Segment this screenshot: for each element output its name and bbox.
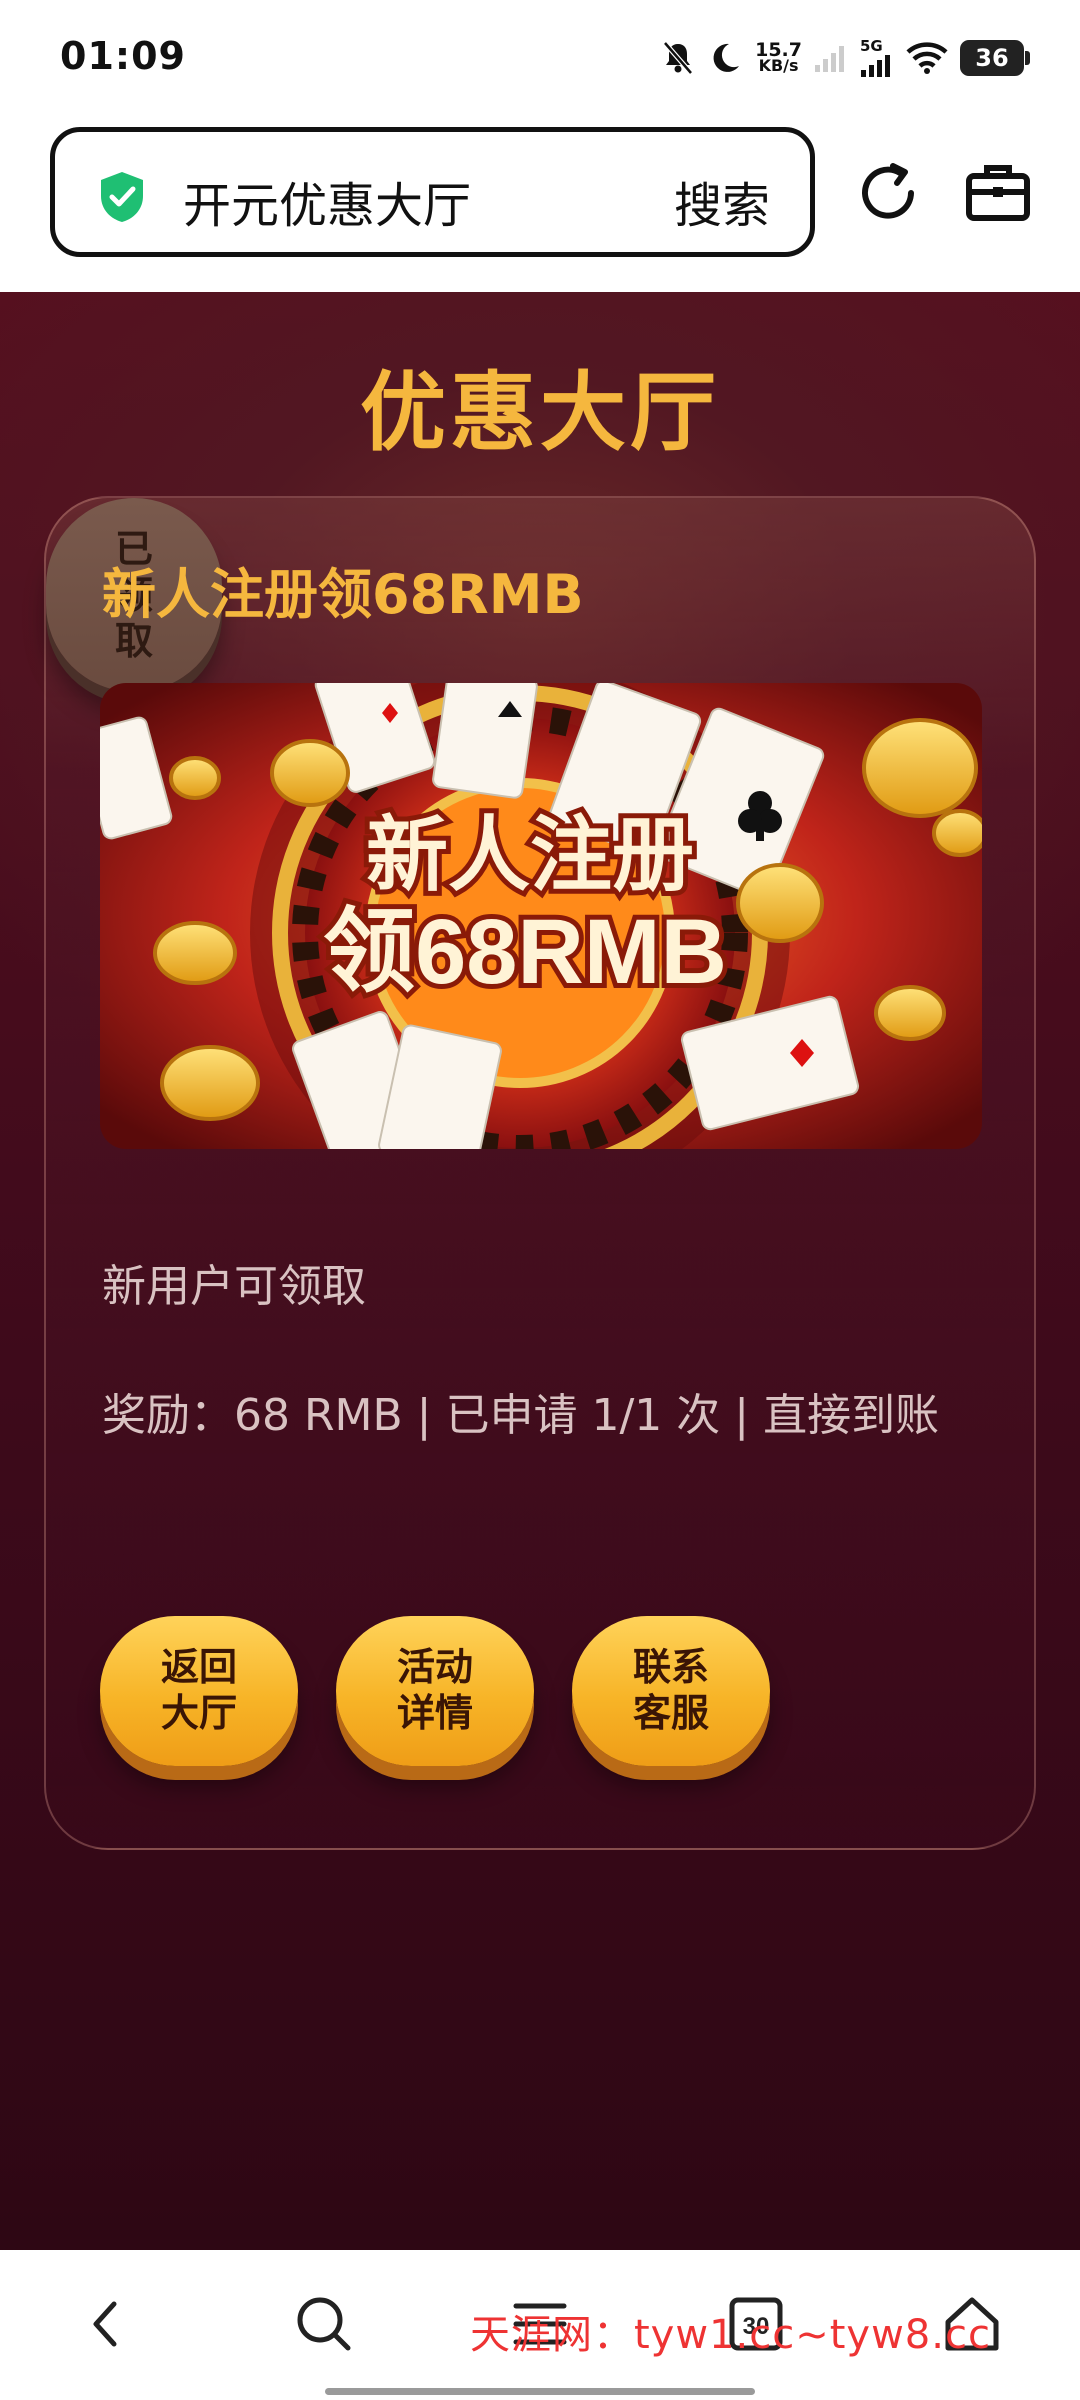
promo-description: 新用户可领取	[102, 1261, 366, 1312]
net-speed-unit: KB/s	[758, 56, 799, 75]
gesture-home-bar[interactable]	[325, 2388, 755, 2395]
back-button-label-1: 返回	[160, 1645, 237, 1689]
toolbox-icon[interactable]	[963, 158, 1033, 228]
promo-card: 新人注册领68RMB 新人注册 领68RMB 新用户可领取 奖励：68 RMB …	[44, 496, 1036, 1850]
detail-button-label-2: 详情	[396, 1691, 473, 1735]
promo-page: 优惠大厅 新人注册领68RMB 新人注册 领68RMB 新用户可领取 奖励：68…	[0, 292, 1080, 2250]
page-title: 优惠大厅	[360, 363, 720, 463]
status-time: 01:09	[60, 34, 186, 78]
shield-check-icon	[101, 172, 143, 222]
search-icon[interactable]	[292, 2292, 356, 2356]
network-speed: 15.7 KB/s	[755, 41, 802, 75]
watermark-text: 天涯网：tyw1.cc~tyw8.cc	[470, 2312, 991, 2358]
address-text: 开元优惠大厅	[183, 178, 472, 234]
signal-strong-icon	[861, 55, 890, 77]
signal-weak-icon	[815, 46, 844, 72]
back-to-lobby-button[interactable]: 返回 大厅	[100, 1616, 298, 1766]
promo-banner-image: 新人注册 领68RMB	[100, 683, 982, 1149]
browser-bottom-nav: 30 天涯网：tyw1.cc~tyw8.cc	[0, 2250, 1080, 2400]
contact-service-button[interactable]: 联系 客服	[572, 1616, 770, 1766]
status-icons: 15.7 KB/s 5G 36	[661, 34, 1030, 82]
banner-line1: 新人注册	[366, 810, 694, 901]
detail-button-label-1: 活动	[396, 1645, 473, 1689]
bell-muted-icon	[663, 41, 693, 75]
reload-icon[interactable]	[853, 158, 923, 228]
signal-5g: 5G	[860, 38, 894, 78]
wifi-icon	[906, 42, 948, 74]
back-arrow-icon[interactable]	[74, 2292, 138, 2356]
battery-indicator: 36	[960, 40, 1030, 76]
service-button-label-2: 客服	[632, 1691, 709, 1735]
address-bar[interactable]: 开元优惠大厅 搜索	[50, 127, 815, 257]
status-bar: 01:09 15.7 KB/s 5G 36	[0, 0, 1080, 118]
back-button-label-2: 大厅	[160, 1691, 237, 1735]
promo-card-title: 新人注册领68RMB	[102, 563, 584, 626]
banner-line2: 领68RMB	[323, 901, 727, 1003]
moon-icon	[713, 43, 740, 72]
search-button[interactable]: 搜索	[674, 166, 770, 236]
activity-details-button[interactable]: 活动 详情	[336, 1616, 534, 1766]
network-type: 5G	[860, 37, 883, 55]
promo-reward-info: 奖励：68 RMB | 已申请 1/1 次 | 直接到账	[102, 1390, 940, 1441]
service-button-label-1: 联系	[632, 1645, 709, 1689]
